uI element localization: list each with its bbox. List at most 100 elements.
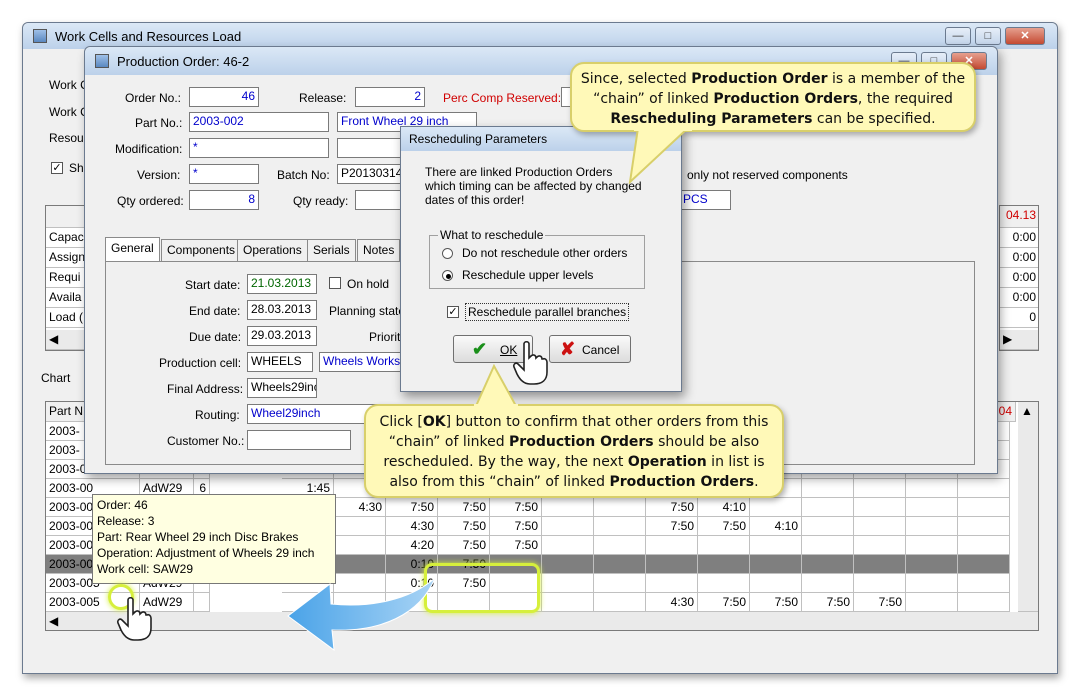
chart-time-cell: 7:50 xyxy=(438,536,490,555)
chart-time-cell: 7:50 xyxy=(698,517,750,536)
release-label: Release: xyxy=(299,91,347,105)
minimize-button[interactable]: — xyxy=(945,27,971,45)
chart-time-cell xyxy=(854,498,906,517)
qty-ordered-field[interactable]: 8 xyxy=(189,190,259,210)
chart-tab[interactable]: Chart xyxy=(41,371,70,385)
maximize-button[interactable]: □ xyxy=(975,27,1001,45)
callout-rescheduling-info: Since, selected Production Order is a me… xyxy=(570,62,976,132)
chart-time-cell xyxy=(594,536,646,555)
chart-time-cell xyxy=(594,498,646,517)
tooltip-operation: Operation: Adjustment of Wheels 29 inch xyxy=(97,546,315,560)
check-icon: ✔ xyxy=(472,339,488,359)
modification-field[interactable]: * xyxy=(189,138,329,158)
tab-general[interactable]: General xyxy=(105,237,160,262)
tab-notes[interactable]: Notes xyxy=(357,239,401,261)
chart-hscroll[interactable]: ◀ xyxy=(46,612,1038,630)
load-grid-left: Capac Assign Requi Availa Load ( ◀ xyxy=(45,205,89,351)
load-grid-scroll-left[interactable]: ◀ xyxy=(46,330,88,350)
chart-time-cell xyxy=(698,536,750,555)
production-cell-name[interactable]: Wheels Works xyxy=(319,352,401,372)
customer-no-field[interactable] xyxy=(247,430,351,450)
parallel-branches-checkbox[interactable]: ✓ xyxy=(447,306,459,318)
reserved-components-label: only not reserved components xyxy=(687,168,848,182)
rescheduling-message: There are linked Production Orders which… xyxy=(425,165,642,207)
show-label: Sh xyxy=(69,161,84,175)
callout-pointer-icon xyxy=(628,128,692,184)
load-row-label: Availa xyxy=(46,288,88,308)
routing-label: Routing: xyxy=(195,408,240,422)
start-date-field[interactable]: 21.03.2013 xyxy=(247,274,317,294)
tooltip-part: Part: Rear Wheel 29 inch Disc Brakes xyxy=(97,530,299,544)
tooltip-release: Release: 3 xyxy=(97,514,155,528)
close-button[interactable]: ✕ xyxy=(1005,27,1045,45)
callout-ok-pointer-icon xyxy=(474,364,518,408)
final-address-field[interactable]: Wheels29inc xyxy=(247,378,317,398)
production-cell-field[interactable]: WHEELS xyxy=(247,352,313,372)
chart-time-cell xyxy=(906,498,958,517)
chart-time-cell xyxy=(958,593,1010,612)
chart-time-cell xyxy=(906,517,958,536)
chart-time-cell: 7:50 xyxy=(438,517,490,536)
on-hold-checkbox[interactable] xyxy=(329,277,341,289)
end-date-field[interactable]: 28.03.2013 xyxy=(247,300,317,320)
what-to-reschedule-group: What to reschedule Do not reschedule oth… xyxy=(429,228,645,289)
curved-arrow-icon xyxy=(287,577,436,652)
chart-time-cell xyxy=(646,536,698,555)
order-no-field[interactable]: 46 xyxy=(189,87,259,107)
chart-time-cell xyxy=(542,536,594,555)
chart-time-cell: 7:50 xyxy=(438,498,490,517)
radio-do-not-reschedule[interactable] xyxy=(442,248,453,259)
end-date-label: End date: xyxy=(189,304,241,318)
load-value: 0:00 xyxy=(1000,248,1038,268)
radio-reschedule-upper-levels[interactable] xyxy=(442,270,453,281)
tab-components[interactable]: Components xyxy=(161,239,242,261)
chart-time-cell xyxy=(802,555,854,574)
modification-name-field[interactable] xyxy=(337,138,403,158)
chart-time-cell xyxy=(542,574,594,593)
qty-ready-field[interactable] xyxy=(355,190,403,210)
window-icon xyxy=(33,29,47,43)
chart-time-cell xyxy=(542,498,594,517)
chart-time-cell xyxy=(750,498,802,517)
final-address-label: Final Address: xyxy=(167,382,244,396)
chart-time-cell xyxy=(594,574,646,593)
load-value: 0:00 xyxy=(1000,228,1038,248)
show-checkbox[interactable]: ✓ xyxy=(51,162,63,174)
chart-time-cell xyxy=(958,498,1010,517)
due-date-field[interactable]: 29.03.2013 xyxy=(247,326,317,346)
due-date-label: Due date: xyxy=(189,330,242,344)
chart-time-cell xyxy=(802,498,854,517)
unit-field[interactable]: PCS xyxy=(679,190,731,210)
cancel-label: Cancel xyxy=(582,343,620,357)
tab-serials[interactable]: Serials xyxy=(307,239,356,261)
chart-time-cell: 7:50 xyxy=(490,498,542,517)
chart-time-cell xyxy=(542,555,594,574)
tooltip-order: Order: 46 xyxy=(97,498,148,512)
chart-time-cell xyxy=(750,574,802,593)
perc-comp-label: Perc Comp Reserved: xyxy=(443,91,562,105)
batch-no-field[interactable]: P20130314 xyxy=(337,164,403,184)
version-field[interactable]: * xyxy=(189,164,259,184)
version-label: Version: xyxy=(137,168,181,182)
cancel-button[interactable]: ✘ Cancel xyxy=(549,335,631,363)
release-field[interactable]: 2 xyxy=(355,87,425,107)
load-grid-scroll-right[interactable]: ▶ xyxy=(1000,330,1038,350)
chart-time-cell xyxy=(646,555,698,574)
parallel-branches-label: Reschedule parallel branches xyxy=(465,303,630,321)
chart-time-cell xyxy=(854,555,906,574)
callout-text: can be specified. xyxy=(812,111,936,127)
chart-time-cell xyxy=(802,574,854,593)
part-no-field[interactable]: 2003-002 xyxy=(189,112,329,132)
chart-time-cell: 7:50 xyxy=(854,593,906,612)
chart-time-cell xyxy=(594,517,646,536)
on-hold-label: On hold xyxy=(347,277,390,291)
callout-text: , the required xyxy=(857,91,953,107)
load-row-label: Assign xyxy=(46,248,88,268)
chart-vscroll[interactable]: ▲ xyxy=(1018,402,1038,612)
tab-operations[interactable]: Operations xyxy=(237,239,308,261)
dialog-icon xyxy=(95,54,109,68)
callout-bold: Production Orders xyxy=(609,474,755,490)
load-value: 0 xyxy=(1000,308,1038,328)
chart-time-cell xyxy=(334,536,386,555)
callout-bold: Production Orders xyxy=(713,91,858,107)
